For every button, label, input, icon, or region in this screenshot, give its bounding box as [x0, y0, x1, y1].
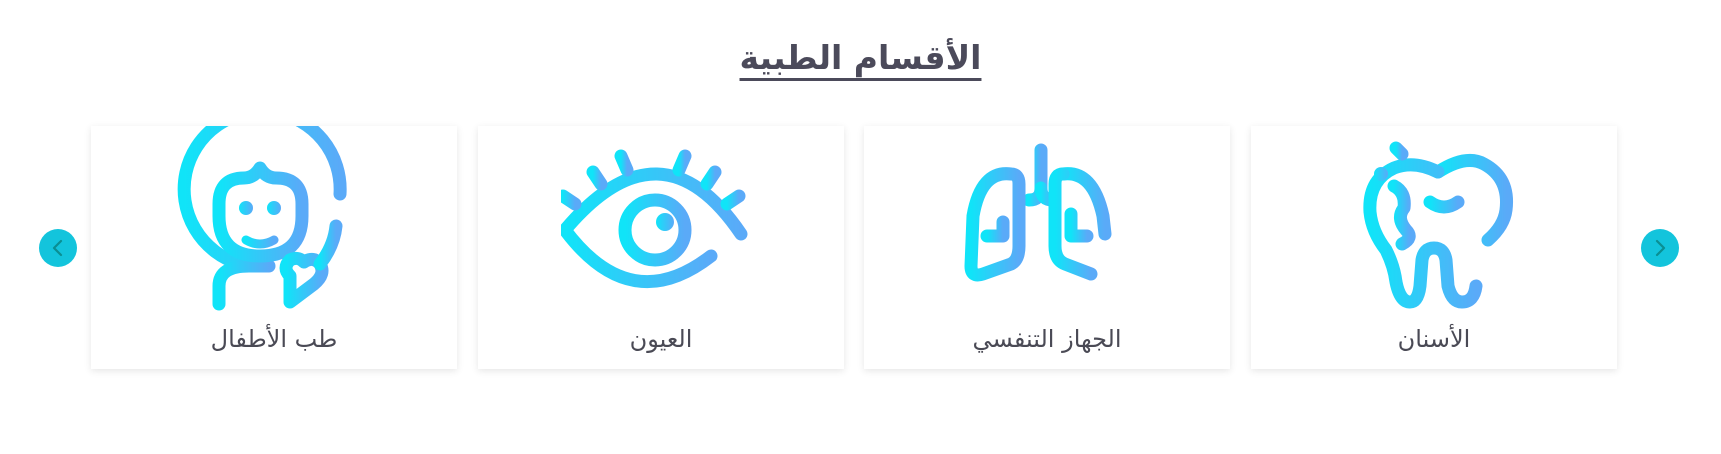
lungs-icon [964, 143, 1112, 282]
department-label: الأسنان [1397, 325, 1471, 353]
child-heart-icon [177, 126, 347, 311]
eye-icon [561, 143, 748, 289]
carousel-next-button[interactable] [1641, 229, 1679, 267]
chevron-left-icon [52, 239, 63, 257]
department-card-respiratory[interactable]: الجهاز التنفسي [864, 126, 1230, 369]
section-title: الأقسام الطبية [739, 38, 982, 77]
department-label: الجهاز التنفسي [972, 325, 1122, 353]
departments-section: الأقسام الطبية طب الأطفال العيون الجهاز … [0, 0, 1721, 454]
department-label: العيون [629, 325, 693, 353]
tooth-icon [1363, 126, 1514, 309]
department-label: طب الأطفال [210, 325, 338, 353]
department-card-dental[interactable]: الأسنان [1251, 126, 1617, 369]
department-card-pediatrics[interactable]: طب الأطفال [91, 126, 457, 369]
department-card-eyes[interactable]: العيون [478, 126, 844, 369]
chevron-right-icon [1655, 239, 1666, 257]
carousel-prev-button[interactable] [39, 229, 77, 267]
